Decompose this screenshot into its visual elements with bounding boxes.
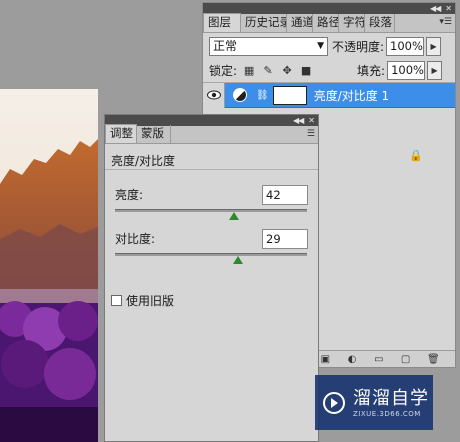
use-legacy-option[interactable]: 使用旧版	[111, 292, 174, 309]
opacity-slider-button[interactable]: ▶	[426, 36, 442, 56]
close-icon[interactable]: ✕	[308, 116, 315, 125]
new-layer-icon[interactable]: ▢	[400, 354, 411, 365]
opacity-field[interactable]: 100%	[386, 36, 425, 56]
lock-transparency-icon[interactable]: ▦	[242, 64, 256, 78]
adjustment-title: 亮度/对比度	[105, 144, 318, 170]
adjustments-panel: ◀◀ ✕ 调整 蒙版 ☰ 亮度/对比度 亮度: 42 对比度: 29 使用旧版	[104, 114, 319, 442]
tab-adjustments[interactable]: 调整	[105, 124, 137, 143]
lock-pixels-icon[interactable]: ✎	[261, 64, 275, 78]
watermark: 溜溜自学 ZIXUE.3D66.COM	[315, 375, 433, 430]
brightness-slider-track[interactable]	[115, 209, 307, 212]
watermark-name: 溜溜自学	[353, 387, 429, 409]
collapse-icon[interactable]: ◀◀	[293, 116, 304, 125]
fill-label: 填充:	[357, 64, 386, 78]
brightness-slider-thumb[interactable]	[229, 212, 240, 220]
brightness-slider-block: 亮度: 42	[105, 178, 318, 222]
brightness-label: 亮度:	[115, 188, 144, 202]
tab-layers[interactable]: 图层	[203, 13, 241, 32]
chevron-down-icon: ▼	[317, 40, 324, 51]
tab-history[interactable]: 历史记录	[241, 14, 287, 32]
adjustments-tab-row: 调整 蒙版 ☰	[105, 124, 318, 144]
lock-all-icon[interactable]: ■	[299, 64, 313, 78]
use-legacy-checkbox[interactable]	[111, 295, 122, 306]
document-canvas[interactable]	[0, 89, 98, 442]
panel-menu-icon[interactable]: ▾☰	[439, 17, 452, 27]
canvas-image	[0, 89, 98, 442]
new-adjustment-icon[interactable]: ◐	[347, 354, 358, 365]
brightness-input[interactable]: 42	[262, 185, 308, 205]
watermark-text: 溜溜自学 ZIXUE.3D66.COM	[353, 388, 429, 418]
blend-mode-value: 正常	[213, 38, 238, 53]
collapse-icon[interactable]: ◀◀	[430, 4, 441, 13]
tab-character[interactable]: 字符	[339, 14, 365, 32]
fill-slider-button[interactable]: ▶	[427, 61, 443, 80]
link-icon[interactable]: ⛓	[256, 90, 269, 101]
tab-paragraph[interactable]: 段落	[365, 14, 395, 32]
contrast-slider-track[interactable]	[115, 253, 307, 256]
watermark-url: ZIXUE.3D66.COM	[353, 409, 421, 418]
lock-row: 锁定: ▦ ✎ ✥ ■ 填充: 100% ▶	[203, 59, 455, 83]
tab-channels[interactable]: 通道	[287, 14, 313, 32]
layer-mask-thumbnail[interactable]	[272, 85, 307, 105]
layer-row-brightness-contrast[interactable]: ⛓ 亮度/对比度 1	[203, 82, 455, 108]
close-icon[interactable]: ✕	[445, 4, 452, 13]
layers-tab-row: 图层 历史记录 通道 路径 字符 段落 ▾☰	[203, 13, 455, 33]
tab-masks[interactable]: 蒙版	[137, 125, 171, 143]
use-legacy-label: 使用旧版	[126, 294, 175, 308]
panel-menu-icon[interactable]: ☰	[307, 129, 315, 139]
contrast-input[interactable]: 29	[262, 229, 308, 249]
lock-label: 锁定:	[209, 64, 238, 78]
delete-layer-icon[interactable]: 🗑	[427, 354, 440, 365]
visibility-toggle[interactable]	[203, 82, 225, 108]
new-group-icon[interactable]: ▭	[374, 354, 385, 365]
blend-mode-select[interactable]: 正常 ▼	[209, 36, 328, 56]
blend-row: 正常 ▼ 不透明度: 100% ▶	[203, 33, 455, 59]
lock-position-icon[interactable]: ✥	[280, 64, 294, 78]
contrast-slider-thumb[interactable]	[232, 256, 243, 264]
adjustment-layer-icon	[233, 88, 247, 102]
opacity-label: 不透明度:	[332, 39, 385, 54]
tab-paths[interactable]: 路径	[313, 14, 339, 32]
eye-icon	[206, 90, 221, 100]
contrast-slider-block: 对比度: 29	[105, 222, 318, 266]
fill-field[interactable]: 100%	[387, 61, 426, 80]
contrast-label: 对比度:	[115, 232, 156, 246]
add-mask-icon[interactable]: ▣	[320, 354, 331, 365]
background-lock-icon: 🔒	[409, 149, 423, 162]
play-logo-icon	[323, 391, 345, 414]
layer-name[interactable]: 亮度/对比度 1	[314, 87, 390, 104]
